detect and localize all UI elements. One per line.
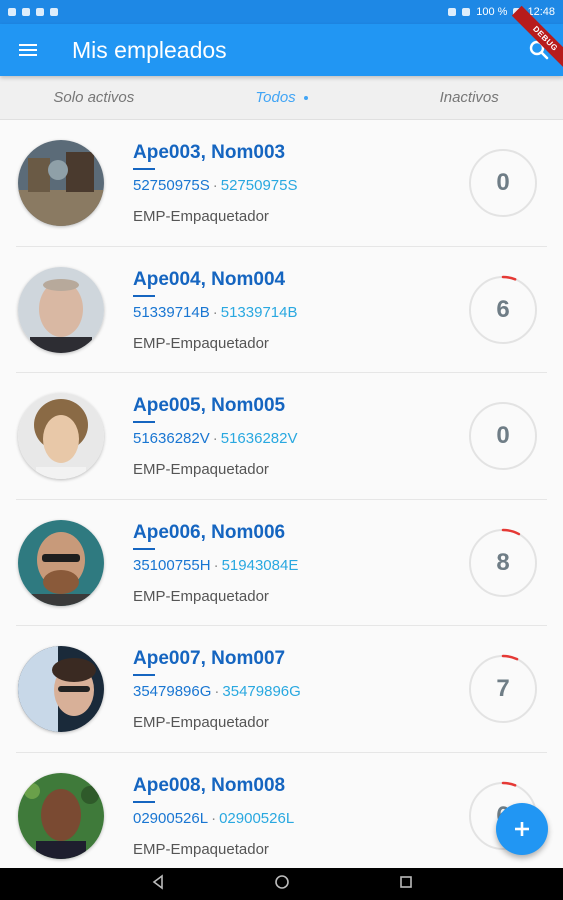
menu-icon[interactable] xyxy=(0,24,56,76)
progress-counter: 7 xyxy=(468,654,538,724)
name-underline xyxy=(133,674,155,677)
employee-id-secondary: 51943084E xyxy=(221,556,299,574)
employee-row[interactable]: Ape003, Nom003 52750975S · 52750975S EMP-E… xyxy=(16,120,547,247)
employee-ids: 52750975S · 52750975S xyxy=(133,177,298,194)
wifi-icon xyxy=(462,8,471,16)
name-underline xyxy=(133,168,155,170)
notification-icon xyxy=(8,8,16,16)
active-tab-indicator xyxy=(303,95,308,100)
progress-counter: 8 xyxy=(468,528,538,598)
add-employee-button[interactable] xyxy=(496,803,548,855)
counter-value: 6 xyxy=(496,295,510,323)
add-icon xyxy=(515,822,529,836)
avatar xyxy=(18,140,104,226)
name-underline xyxy=(133,294,155,297)
employee-name: Ape004, Nom004 xyxy=(133,268,286,290)
employee-id: 51636282V xyxy=(133,430,210,448)
employee-id: 35100755H xyxy=(133,556,211,574)
tab-inactivos[interactable]: Inactivos xyxy=(375,76,563,119)
notification-icon xyxy=(22,8,30,16)
name-underline xyxy=(133,547,155,550)
bluetooth-icon xyxy=(448,8,457,16)
tab-label: Solo activos xyxy=(53,89,135,106)
employee-list: Ape003, Nom003 52750975S · 52750975S EMP-E… xyxy=(0,120,563,868)
employee-row[interactable]: Ape004, Nom004 51339714B · 51339714B EMP-E… xyxy=(16,247,547,374)
id-separator: · xyxy=(212,303,218,321)
counter-value: 0 xyxy=(496,169,510,196)
employee-id: 52750975S xyxy=(133,177,210,194)
employee-ids: 51636282V · 51636282V xyxy=(133,430,298,447)
counter-value: 7 xyxy=(496,675,510,703)
counter-value: 8 xyxy=(496,548,510,576)
filter-tabs: Solo activos Todos Inactivos xyxy=(0,76,563,120)
status-bar: 100 % 12:48 xyxy=(0,0,563,24)
id-separator: · xyxy=(212,177,218,194)
back-icon[interactable] xyxy=(150,873,166,895)
employee-name: Ape008, Nom008 xyxy=(133,774,286,796)
employee-role: EMP-Empaquetador xyxy=(133,714,269,732)
employee-role: EMP-Empaquetador xyxy=(133,334,269,352)
employee-ids: 02900526L · 02900526L xyxy=(133,810,294,827)
home-icon[interactable] xyxy=(274,874,290,895)
avatar xyxy=(18,646,104,733)
battery-percent: 100 % xyxy=(476,6,508,18)
id-separator: · xyxy=(212,430,218,448)
progress-counter: 6 xyxy=(468,275,538,345)
employee-name: Ape003, Nom003 xyxy=(133,142,286,163)
id-separator: · xyxy=(211,809,217,827)
recents-icon[interactable] xyxy=(398,874,414,895)
tab-todos[interactable]: Todos xyxy=(188,76,376,119)
employee-id-secondary: 51339714B xyxy=(220,303,298,321)
employee-name: Ape006, Nom006 xyxy=(133,521,286,543)
employee-id-secondary: 51636282V xyxy=(220,430,298,448)
employee-role: EMP-Empaquetador xyxy=(133,208,269,225)
employee-row[interactable]: Ape005, Nom005 51636282V · 51636282V EMP-E… xyxy=(16,373,547,500)
tab-label: Inactivos xyxy=(439,89,499,106)
employee-id: 51339714B xyxy=(133,303,210,321)
progress-counter: 0 xyxy=(468,148,538,218)
employee-role: EMP-Empaquetador xyxy=(133,840,269,858)
counter-value: 0 xyxy=(496,422,510,450)
employee-ids: 35479896G · 35479896G xyxy=(133,683,301,700)
employee-row[interactable]: Ape006, Nom006 35100755H · 51943084E EMP-E… xyxy=(16,500,547,627)
status-notifications xyxy=(8,8,58,16)
system-nav-bar xyxy=(0,868,563,900)
status-system: 100 % 12:48 xyxy=(448,6,555,18)
employee-id: 35479896G xyxy=(133,683,212,701)
notification-icon xyxy=(36,8,44,16)
employee-ids: 51339714B · 51339714B xyxy=(133,304,298,321)
employee-id: 02900526L xyxy=(133,809,209,827)
avatar xyxy=(18,772,104,859)
employee-id-secondary: 35479896G xyxy=(222,683,301,701)
employee-role: EMP-Empaquetador xyxy=(133,461,269,479)
name-underline xyxy=(133,421,155,424)
tab-solo-activos[interactable]: Solo activos xyxy=(0,76,188,119)
employee-id-secondary: 02900526L xyxy=(219,809,295,827)
employee-name: Ape005, Nom005 xyxy=(133,395,286,417)
page-title: Mis empleados xyxy=(72,36,227,63)
employee-id-secondary: 52750975S xyxy=(220,177,298,194)
app-bar: Mis empleados DEBUG xyxy=(0,5,563,76)
avatar xyxy=(18,266,104,353)
employee-role: EMP-Empaquetador xyxy=(133,587,269,605)
id-separator: · xyxy=(214,683,220,701)
notification-icon xyxy=(50,8,58,16)
id-separator: · xyxy=(213,556,219,574)
progress-counter: 0 xyxy=(468,401,538,471)
employee-ids: 35100755H · 51943084E xyxy=(133,557,298,574)
employee-name: Ape007, Nom007 xyxy=(133,648,286,670)
tab-label: Todos xyxy=(255,89,296,106)
name-underline xyxy=(133,800,155,803)
avatar xyxy=(18,393,104,480)
avatar xyxy=(18,519,104,606)
employee-row[interactable]: Ape007, Nom007 35479896G · 35479896G EMP-E… xyxy=(16,626,547,753)
employee-row[interactable]: Ape008, Nom008 02900526L · 02900526L EMP-E… xyxy=(16,753,547,868)
